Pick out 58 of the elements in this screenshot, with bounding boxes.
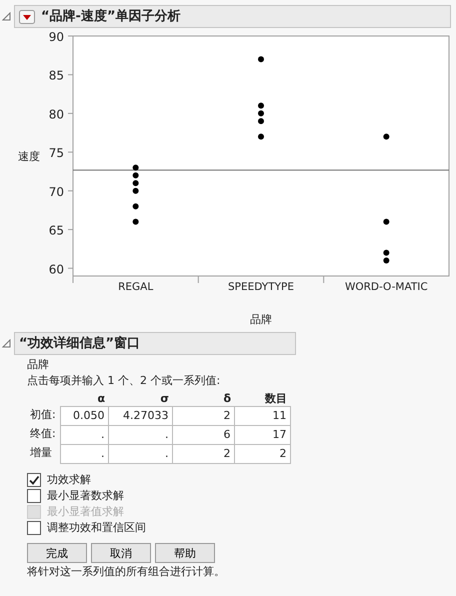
data-point <box>383 250 390 256</box>
report-title: “品牌-速度”单因子分析 <box>41 10 180 24</box>
checkbox-label: 最小显著数求解 <box>47 489 124 503</box>
data-point <box>258 134 264 140</box>
dialog-button[interactable]: 帮助 <box>155 543 215 563</box>
checkbox[interactable] <box>27 521 41 535</box>
input-field[interactable]: 2 <box>172 406 234 426</box>
input-field[interactable]: 2 <box>172 444 234 464</box>
y-tick-label: 75 <box>48 146 64 160</box>
data-point <box>383 218 390 225</box>
x-tick-label: SPEEDYTYPE <box>228 281 294 293</box>
column-header: σ <box>159 392 170 406</box>
data-point <box>258 118 264 124</box>
data-point <box>383 134 390 140</box>
y-tick-label: 70 <box>48 184 64 199</box>
x-tick-label: REGAL <box>118 281 154 293</box>
dialog-button[interactable]: 完成 <box>27 543 87 563</box>
disclosure-triangle-icon[interactable] <box>2 12 11 21</box>
x-tick-label: WORD-O-MATIC <box>344 281 428 293</box>
input-field[interactable]: 2 <box>234 444 290 464</box>
checkbox[interactable] <box>27 473 41 487</box>
group-label: 品牌 <box>27 358 50 372</box>
input-field[interactable]: 6 <box>172 424 234 444</box>
x-axis-title: 品牌 <box>250 313 272 326</box>
checkbox-label: 最小显著值求解 <box>47 505 124 519</box>
section-title: “功效详细信息”窗口 <box>19 336 140 350</box>
input-field[interactable]: 11 <box>234 406 290 426</box>
y-axis-title: 速度 <box>18 150 40 163</box>
y-tick-label: 80 <box>48 107 64 122</box>
data-point <box>258 56 264 62</box>
input-field[interactable]: . <box>60 444 108 464</box>
column-header: δ <box>222 392 232 406</box>
input-field[interactable]: . <box>60 424 108 444</box>
disclosure-triangle-icon[interactable] <box>2 339 11 348</box>
y-tick-label: 85 <box>48 68 64 83</box>
instruction-text: 点击每项并输入 1 个、2 个或一系列值: <box>27 374 222 388</box>
dropdown-menu-icon[interactable] <box>19 10 35 24</box>
y-tick-label: 65 <box>48 224 64 238</box>
checkbox-label: 功效求解 <box>47 473 91 487</box>
column-header: α <box>96 392 106 406</box>
checkbox[interactable] <box>27 489 41 503</box>
input-field[interactable]: . <box>108 424 172 444</box>
input-field[interactable]: 17 <box>234 424 290 444</box>
note-text: 将针对这一系列值的所有组合进行计算。 <box>27 565 226 579</box>
data-point <box>132 218 139 225</box>
input-field[interactable]: 0.050 <box>60 406 108 426</box>
data-point <box>132 203 139 210</box>
input-field[interactable]: . <box>108 444 172 464</box>
input-field[interactable]: 4.27033 <box>108 406 172 426</box>
column-header: 数目 <box>264 392 288 406</box>
y-tick-label: 90 <box>48 30 64 44</box>
row-label: 初值: <box>29 407 57 423</box>
data-point <box>383 258 390 264</box>
dialog-button[interactable]: 取消 <box>91 543 151 563</box>
checkbox-label: 调整功效和置信区间 <box>47 521 146 535</box>
row-label: 增量 <box>29 445 53 461</box>
row-label: 终值: <box>29 426 57 442</box>
y-tick-label: 60 <box>48 262 64 276</box>
